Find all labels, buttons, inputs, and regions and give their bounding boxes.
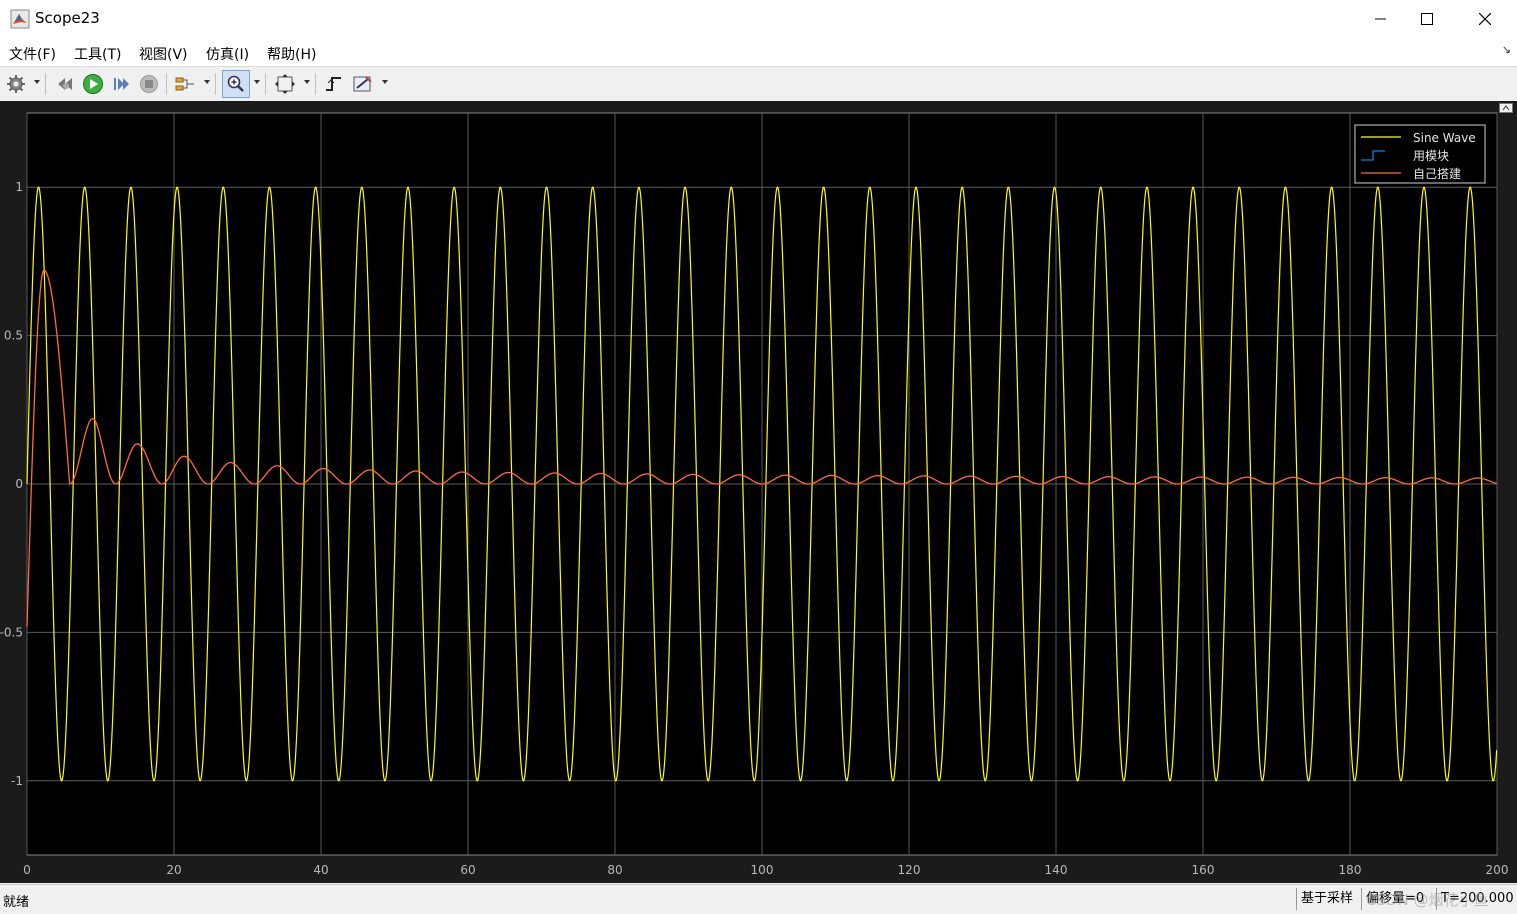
menu-file[interactable]: 文件(F) xyxy=(9,44,56,64)
menu-bar: 文件(F) 工具(T) 视图(V) 仿真(I) 帮助(H) ↘ xyxy=(0,38,1517,66)
toolbar xyxy=(0,66,1517,102)
undock-icon[interactable] xyxy=(1499,103,1513,113)
step-back-icon[interactable] xyxy=(53,72,77,96)
status-ready: 就绪 xyxy=(3,895,30,910)
x-tick-label: 20 xyxy=(166,863,181,877)
y-tick-label: 1 xyxy=(15,180,23,194)
signal-selector-icon[interactable] xyxy=(173,72,197,96)
y-tick-label: -0.5 xyxy=(0,625,23,639)
signal-selector-dropdown[interactable] xyxy=(204,80,210,84)
minimize-button[interactable] xyxy=(1358,0,1404,38)
x-tick-label: 100 xyxy=(751,863,774,877)
window-title: Scope23 xyxy=(35,9,100,27)
fit-axes-dropdown[interactable] xyxy=(304,80,310,84)
menu-tools[interactable]: 工具(T) xyxy=(74,44,121,64)
x-tick-label: 200 xyxy=(1486,863,1509,877)
x-tick-label: 0 xyxy=(23,863,31,877)
title-bar: Scope23 xyxy=(0,0,1517,38)
x-tick-label: 160 xyxy=(1192,863,1215,877)
x-tick-label: 40 xyxy=(313,863,328,877)
x-tick-label: 120 xyxy=(898,863,921,877)
zoom-dropdown[interactable] xyxy=(254,80,260,84)
maximize-icon xyxy=(1421,13,1433,25)
measure-icon[interactable] xyxy=(351,72,375,96)
separator xyxy=(215,73,216,95)
scope-display: 0 20 40 60 80 100 120 140 160 180 200 -1 -0.5 0 0.5 1 Si… xyxy=(0,101,1517,883)
menu-simulation[interactable]: 仿真(I) xyxy=(206,44,249,64)
status-sampling: 基于采样 xyxy=(1296,888,1353,910)
y-tick-label: 0 xyxy=(15,477,23,491)
gear-icon[interactable] xyxy=(4,72,28,96)
separator xyxy=(45,73,46,95)
separator xyxy=(315,73,316,95)
watermark: CSDN @烟花小鱼 xyxy=(1366,891,1489,909)
legend-label: Sine Wave xyxy=(1413,131,1476,145)
step-forward-icon[interactable] xyxy=(109,72,133,96)
separator xyxy=(265,73,266,95)
x-tick-label: 140 xyxy=(1045,863,1068,877)
close-icon xyxy=(1479,13,1491,25)
zoom-in-icon[interactable] xyxy=(222,70,250,98)
stop-icon[interactable] xyxy=(137,72,161,96)
settings-dropdown[interactable] xyxy=(34,80,40,84)
run-icon[interactable] xyxy=(81,72,105,96)
legend-label: 自己搭建 xyxy=(1413,167,1461,181)
menu-help[interactable]: 帮助(H) xyxy=(267,44,316,64)
maximize-button[interactable] xyxy=(1404,0,1450,38)
x-tick-label: 80 xyxy=(607,863,622,877)
measure-dropdown[interactable] xyxy=(382,80,388,84)
close-button[interactable] xyxy=(1462,0,1508,38)
y-tick-label: 0.5 xyxy=(4,329,23,343)
x-tick-label: 60 xyxy=(460,863,475,877)
trigger-icon[interactable] xyxy=(322,72,346,96)
status-bar: 就绪 基于采样 偏移量=0 T=200.000 CSDN @烟花小鱼 xyxy=(0,884,1517,914)
menu-view[interactable]: 视图(V) xyxy=(139,44,188,64)
scope-chart[interactable]: 0 20 40 60 80 100 120 140 160 180 200 -1 -0.5 0 0.5 1 Si… xyxy=(0,101,1517,883)
fit-axes-icon[interactable] xyxy=(273,72,297,96)
x-tick-label: 180 xyxy=(1339,863,1362,877)
matlab-icon xyxy=(10,9,30,29)
dock-arrow-icon[interactable]: ↘ xyxy=(1502,43,1511,56)
minimize-icon xyxy=(1375,18,1386,20)
separator xyxy=(166,73,167,95)
legend-label: 用模块 xyxy=(1413,149,1449,163)
y-tick-label: -1 xyxy=(11,774,23,788)
